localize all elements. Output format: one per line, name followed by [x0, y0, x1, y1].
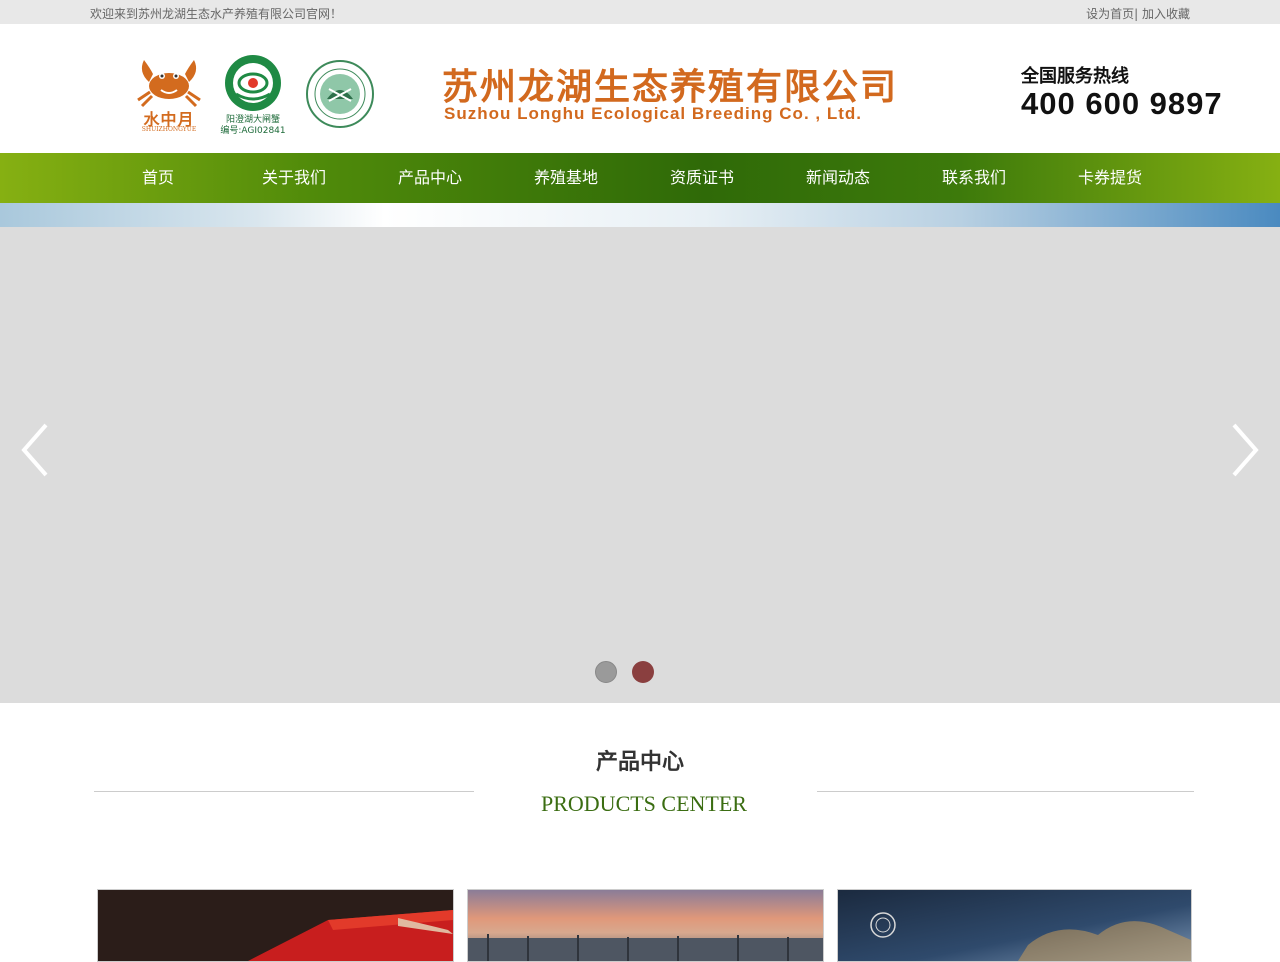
association-logo: [305, 59, 375, 129]
top-links: 设为首页| 加入收藏: [1086, 5, 1190, 22]
brand-logo[interactable]: 水中月 SHUIZHONGYUE: [134, 54, 204, 134]
hotline-number[interactable]: 400 600 9897: [1021, 86, 1223, 122]
chevron-left-icon: [21, 423, 48, 477]
company-name-cn: 苏州龙湖生态养殖有限公司: [442, 67, 899, 108]
nav-item-home[interactable]: 首页: [108, 153, 208, 203]
geo-indication-logo: 阳澄湖大闸蟹 编号:AGI02841: [220, 54, 286, 136]
product-card-2[interactable]: [467, 889, 824, 962]
association-seal-icon: [306, 60, 374, 128]
top-bar: 欢迎来到苏州龙湖生态水产养殖有限公司官网！ 设为首页| 加入收藏: [0, 0, 1280, 24]
company-name-en: Suzhou Longhu Ecological Breeding Co. , …: [444, 104, 862, 123]
product-image-night-sky: [838, 890, 1191, 961]
add-favorite-link[interactable]: 加入收藏: [1142, 7, 1190, 21]
geo-indication-icon: [225, 55, 281, 111]
geo-caption-code: 编号:AGI02841: [220, 126, 286, 136]
chevron-right-icon: [1232, 423, 1259, 477]
crab-icon: [137, 60, 201, 108]
welcome-text: 欢迎来到苏州龙湖生态水产养殖有限公司官网！: [90, 7, 343, 21]
decorative-band: [0, 203, 1280, 227]
carousel-next-button[interactable]: [1230, 422, 1260, 478]
set-homepage-link[interactable]: 设为首页: [1086, 7, 1134, 21]
brand-wordmark-latin: SHUIZHONGYUE: [141, 126, 197, 133]
carousel-dot-1[interactable]: [595, 661, 617, 683]
nav-item-about[interactable]: 关于我们: [244, 153, 344, 203]
product-card-3[interactable]: [837, 889, 1192, 962]
nav-item-voucher-pickup[interactable]: 卡券提货: [1060, 153, 1160, 203]
hotline-label: 全国服务热线: [1021, 66, 1129, 87]
hero-carousel: [0, 227, 1280, 703]
product-image-lake-sunset: [468, 890, 823, 961]
products-section-subtitle: PRODUCTS CENTER: [541, 791, 747, 816]
carousel-dot-2-active[interactable]: [632, 661, 654, 683]
product-card-1[interactable]: [97, 889, 454, 962]
site-header: 水中月 SHUIZHONGYUE 阳澄湖大闸蟹 编号:AGI02841 苏州龙湖…: [0, 24, 1280, 153]
nav-item-contact[interactable]: 联系我们: [924, 153, 1024, 203]
nav-item-certificates[interactable]: 资质证书: [652, 153, 752, 203]
nav-item-farm-base[interactable]: 养殖基地: [516, 153, 616, 203]
nav-item-news[interactable]: 新闻动态: [788, 153, 888, 203]
main-nav: 首页 关于我们 产品中心 养殖基地 资质证书 新闻动态 联系我们 卡券提货: [0, 153, 1280, 203]
nav-item-products[interactable]: 产品中心: [380, 153, 480, 203]
carousel-prev-button[interactable]: [20, 422, 50, 478]
product-image-gift-box: [98, 890, 453, 961]
link-separator: |: [1134, 7, 1139, 21]
products-section-title: 产品中心: [595, 750, 684, 775]
